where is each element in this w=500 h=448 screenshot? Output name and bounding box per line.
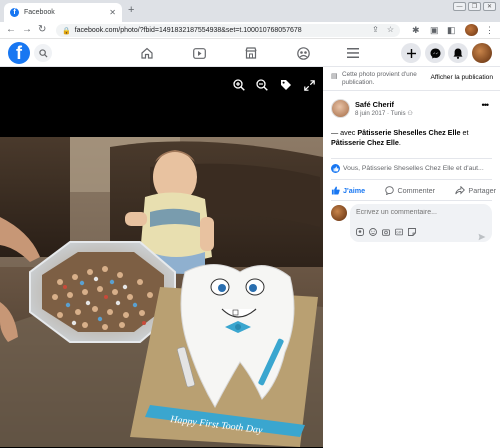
comment-composer[interactable]: GIF	[350, 204, 492, 242]
baby-birthday-photo[interactable]: Happy First Tooth Day	[0, 137, 323, 447]
audience-friends-icon: ⚇	[407, 110, 413, 117]
puzzle-icon[interactable]: ▣	[430, 25, 439, 36]
home-icon[interactable]	[138, 45, 156, 61]
forward-icon[interactable]: →	[22, 24, 32, 35]
divider	[331, 179, 492, 180]
caption-tag-chez-elle[interactable]: Pâtisserie Chez Elle	[331, 138, 399, 147]
extensions-icon[interactable]: ✱	[412, 25, 420, 36]
comment-icon	[385, 185, 395, 195]
minimize-button[interactable]: —	[453, 2, 466, 11]
post-meta: 8 juin 2017 · Tunis ⚇	[355, 110, 413, 117]
thumbs-up-icon	[331, 185, 340, 195]
caption-suffix: .	[398, 138, 401, 147]
facebook-logo[interactable]: f	[8, 42, 30, 64]
more-options-icon[interactable]: •••	[482, 100, 490, 110]
maximize-button[interactable]: ❐	[468, 2, 481, 11]
reactions-text: Vous, Pâtisserie Sheselles Chez Elle et …	[343, 165, 484, 172]
window-controls: — ❐ ✕	[453, 2, 496, 11]
search-icon[interactable]	[34, 44, 52, 62]
caption-prefix: — avec	[331, 128, 358, 137]
info-icon: ▤	[331, 73, 338, 80]
like-reaction-icon	[331, 164, 340, 173]
messenger-icon[interactable]	[425, 43, 445, 63]
publication-notice: ▤ Cette photo provient d'une publication…	[323, 67, 500, 91]
groups-icon[interactable]	[294, 45, 312, 61]
post-date[interactable]: 8 juin 2017	[355, 110, 385, 117]
camera-icon[interactable]	[382, 228, 390, 236]
comment-input[interactable]	[356, 209, 486, 216]
fullscreen-icon[interactable]	[302, 78, 316, 92]
post-caption: — avec Pâtisserie Sheselles Chez Elle et…	[331, 128, 493, 148]
like-button[interactable]: J'aime	[331, 186, 365, 195]
reactions-summary[interactable]: Vous, Pâtisserie Sheselles Chez Elle et …	[331, 164, 484, 173]
caption-tag-sheselles[interactable]: Pâtisserie Sheselles Chez Elle	[357, 128, 460, 137]
facebook-header: f	[0, 40, 500, 67]
author-avatar[interactable]	[331, 99, 350, 118]
comment-button[interactable]: Commenter	[385, 186, 435, 195]
avatar-sticker-icon[interactable]	[356, 228, 364, 236]
marketplace-icon[interactable]	[242, 45, 260, 61]
url-text: facebook.com/photo/?fbid=149183218755493…	[74, 27, 302, 34]
share-page-icon[interactable]: ⇪	[372, 25, 379, 34]
svg-text:GIF: GIF	[396, 230, 401, 234]
notifications-bell-icon[interactable]	[448, 43, 468, 63]
create-plus-button[interactable]	[401, 43, 421, 63]
view-publication-link[interactable]: Afficher la publication	[430, 74, 493, 81]
browser-titlebar: f Facebook ✕ + — ❐ ✕	[0, 0, 500, 22]
tab-close-icon[interactable]: ✕	[109, 8, 116, 17]
menu-icon[interactable]	[344, 45, 362, 61]
divider	[331, 158, 492, 159]
lock-icon: 🔒	[62, 27, 71, 35]
back-icon[interactable]: ←	[6, 24, 16, 35]
tab-title: Facebook	[24, 9, 55, 16]
post-location[interactable]: Tunis	[391, 110, 406, 117]
divider	[331, 200, 492, 201]
browser-profile-avatar[interactable]	[465, 24, 478, 36]
video-icon[interactable]	[190, 45, 208, 61]
account-avatar[interactable]	[472, 43, 492, 63]
address-bar[interactable]: 🔒 facebook.com/photo/?fbid=1491832187554…	[56, 24, 400, 37]
caption-and: et	[460, 128, 469, 137]
browser-tab[interactable]: f Facebook ✕	[4, 3, 122, 22]
post-actions: J'aime Commenter Partager	[331, 183, 496, 197]
gif-icon[interactable]: GIF	[395, 228, 403, 236]
browser-toolbar: ← → ↻ 🔒 facebook.com/photo/?fbid=1491832…	[0, 22, 500, 39]
comment-tools: GIF	[356, 228, 416, 236]
sidebar-icon[interactable]: ◧	[447, 25, 456, 36]
send-icon[interactable]	[478, 228, 486, 246]
bookmark-star-icon[interactable]: ☆	[387, 25, 394, 34]
new-tab-button[interactable]: +	[128, 4, 134, 16]
share-icon	[455, 185, 466, 194]
close-window-button[interactable]: ✕	[483, 2, 496, 11]
sticker-icon[interactable]	[408, 228, 416, 236]
share-button[interactable]: Partager	[455, 185, 496, 195]
facebook-favicon-icon: f	[10, 8, 19, 17]
photo-viewer: Happy First Tooth Day	[0, 67, 323, 448]
zoom-out-icon[interactable]	[255, 78, 269, 92]
current-user-avatar[interactable]	[331, 205, 347, 221]
zoom-in-icon[interactable]	[232, 78, 246, 92]
browser-menu-icon[interactable]: ⋮	[485, 25, 494, 36]
emoji-icon[interactable]	[369, 228, 377, 236]
author-name[interactable]: Safé Cherif	[355, 100, 394, 109]
notice-text: Cette photo provient d'une publication.	[342, 71, 417, 86]
share-label: Partager	[468, 185, 496, 195]
post-info-panel: ▤ Cette photo provient d'une publication…	[323, 67, 500, 448]
like-label: J'aime	[343, 185, 366, 195]
reload-icon[interactable]: ↻	[38, 24, 46, 35]
tag-icon[interactable]	[279, 78, 293, 92]
comment-label: Commenter	[397, 185, 436, 195]
